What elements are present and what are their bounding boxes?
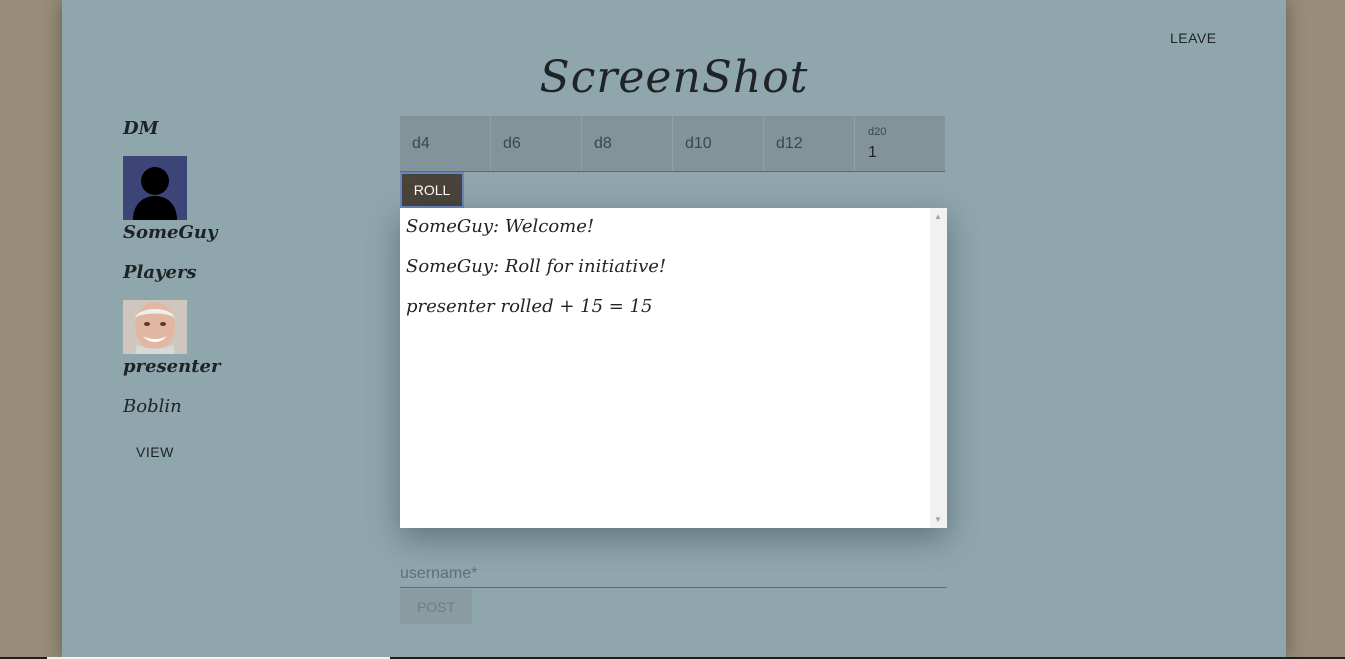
dice-selector: d4 d6 d8 d10 d12 d20 1 [400,116,945,172]
die-label: d20 [868,126,887,138]
die-label: d4 [412,135,430,152]
presenter-photo [123,300,187,354]
die-d12[interactable]: d12 [764,116,855,171]
die-label: d8 [594,135,612,152]
scroll-down-icon[interactable]: ▼ [934,515,942,524]
person-silhouette-icon [133,167,177,220]
die-label: d12 [776,135,803,152]
leave-button[interactable]: LEAVE [1160,28,1227,48]
die-d20[interactable]: d20 1 [855,116,945,171]
die-label: d10 [685,135,712,152]
chat-message: SomeGuy: Welcome! [406,216,595,237]
die-d6[interactable]: d6 [491,116,582,171]
chat-scrollbar[interactable]: ▲ ▼ [930,208,947,528]
players-heading: Players [123,262,197,283]
die-d8[interactable]: d8 [582,116,673,171]
chat-message: SomeGuy: Roll for initiative! [406,256,667,277]
dm-heading: DM [123,118,159,139]
player-name-boblin: Boblin [123,396,182,417]
roll-button[interactable]: ROLL [400,172,464,208]
scroll-up-icon[interactable]: ▲ [934,212,942,221]
player-name-presenter: presenter [123,356,221,377]
die-d10[interactable]: d10 [673,116,764,171]
page-title: ScreenShot [539,52,809,103]
die-count-value: 1 [868,144,877,161]
dm-avatar [123,156,187,220]
presenter-avatar [123,300,187,354]
chat-message: presenter rolled + 15 = 15 [406,296,653,317]
post-button[interactable]: POST [400,589,472,624]
chat-log[interactable]: SomeGuy: Welcome! SomeGuy: Roll for init… [400,208,947,528]
username-input[interactable] [400,560,947,588]
view-button[interactable]: VIEW [136,444,174,460]
die-label: d6 [503,135,521,152]
dm-name: SomeGuy [123,222,218,243]
die-d4[interactable]: d4 [400,116,491,171]
